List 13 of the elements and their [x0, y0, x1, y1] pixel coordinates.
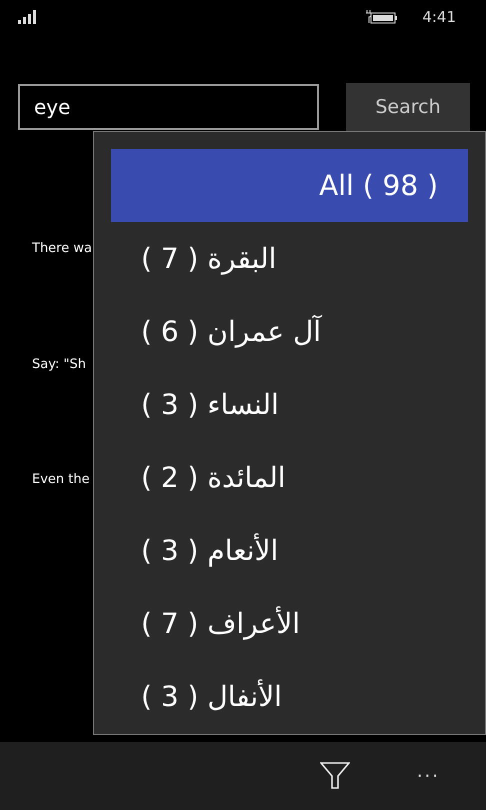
dropdown-item[interactable]: آل عمران ( 6 )	[111, 295, 468, 368]
dropdown-item[interactable]: البقرة ( 7 )	[111, 222, 468, 295]
clock-time: 4:41	[422, 6, 456, 28]
dropdown-item[interactable]: المائدة ( 2 )	[111, 441, 468, 514]
dropdown-item[interactable]: الأعراف ( 7 )	[111, 587, 468, 660]
search-button[interactable]: Search	[346, 83, 470, 131]
search-field[interactable]: eye	[18, 84, 319, 130]
dropdown-item[interactable]: النساء ( 3 )	[111, 368, 468, 441]
battery-charging-icon	[366, 9, 398, 25]
dropdown-item[interactable]: All ( 98 )	[111, 149, 468, 222]
dropdown-item[interactable]: الأنعام ( 3 )	[111, 514, 468, 587]
dropdown-item[interactable]: الأنفال ( 3 )	[111, 660, 468, 733]
more-button[interactable]: ···	[410, 762, 446, 790]
